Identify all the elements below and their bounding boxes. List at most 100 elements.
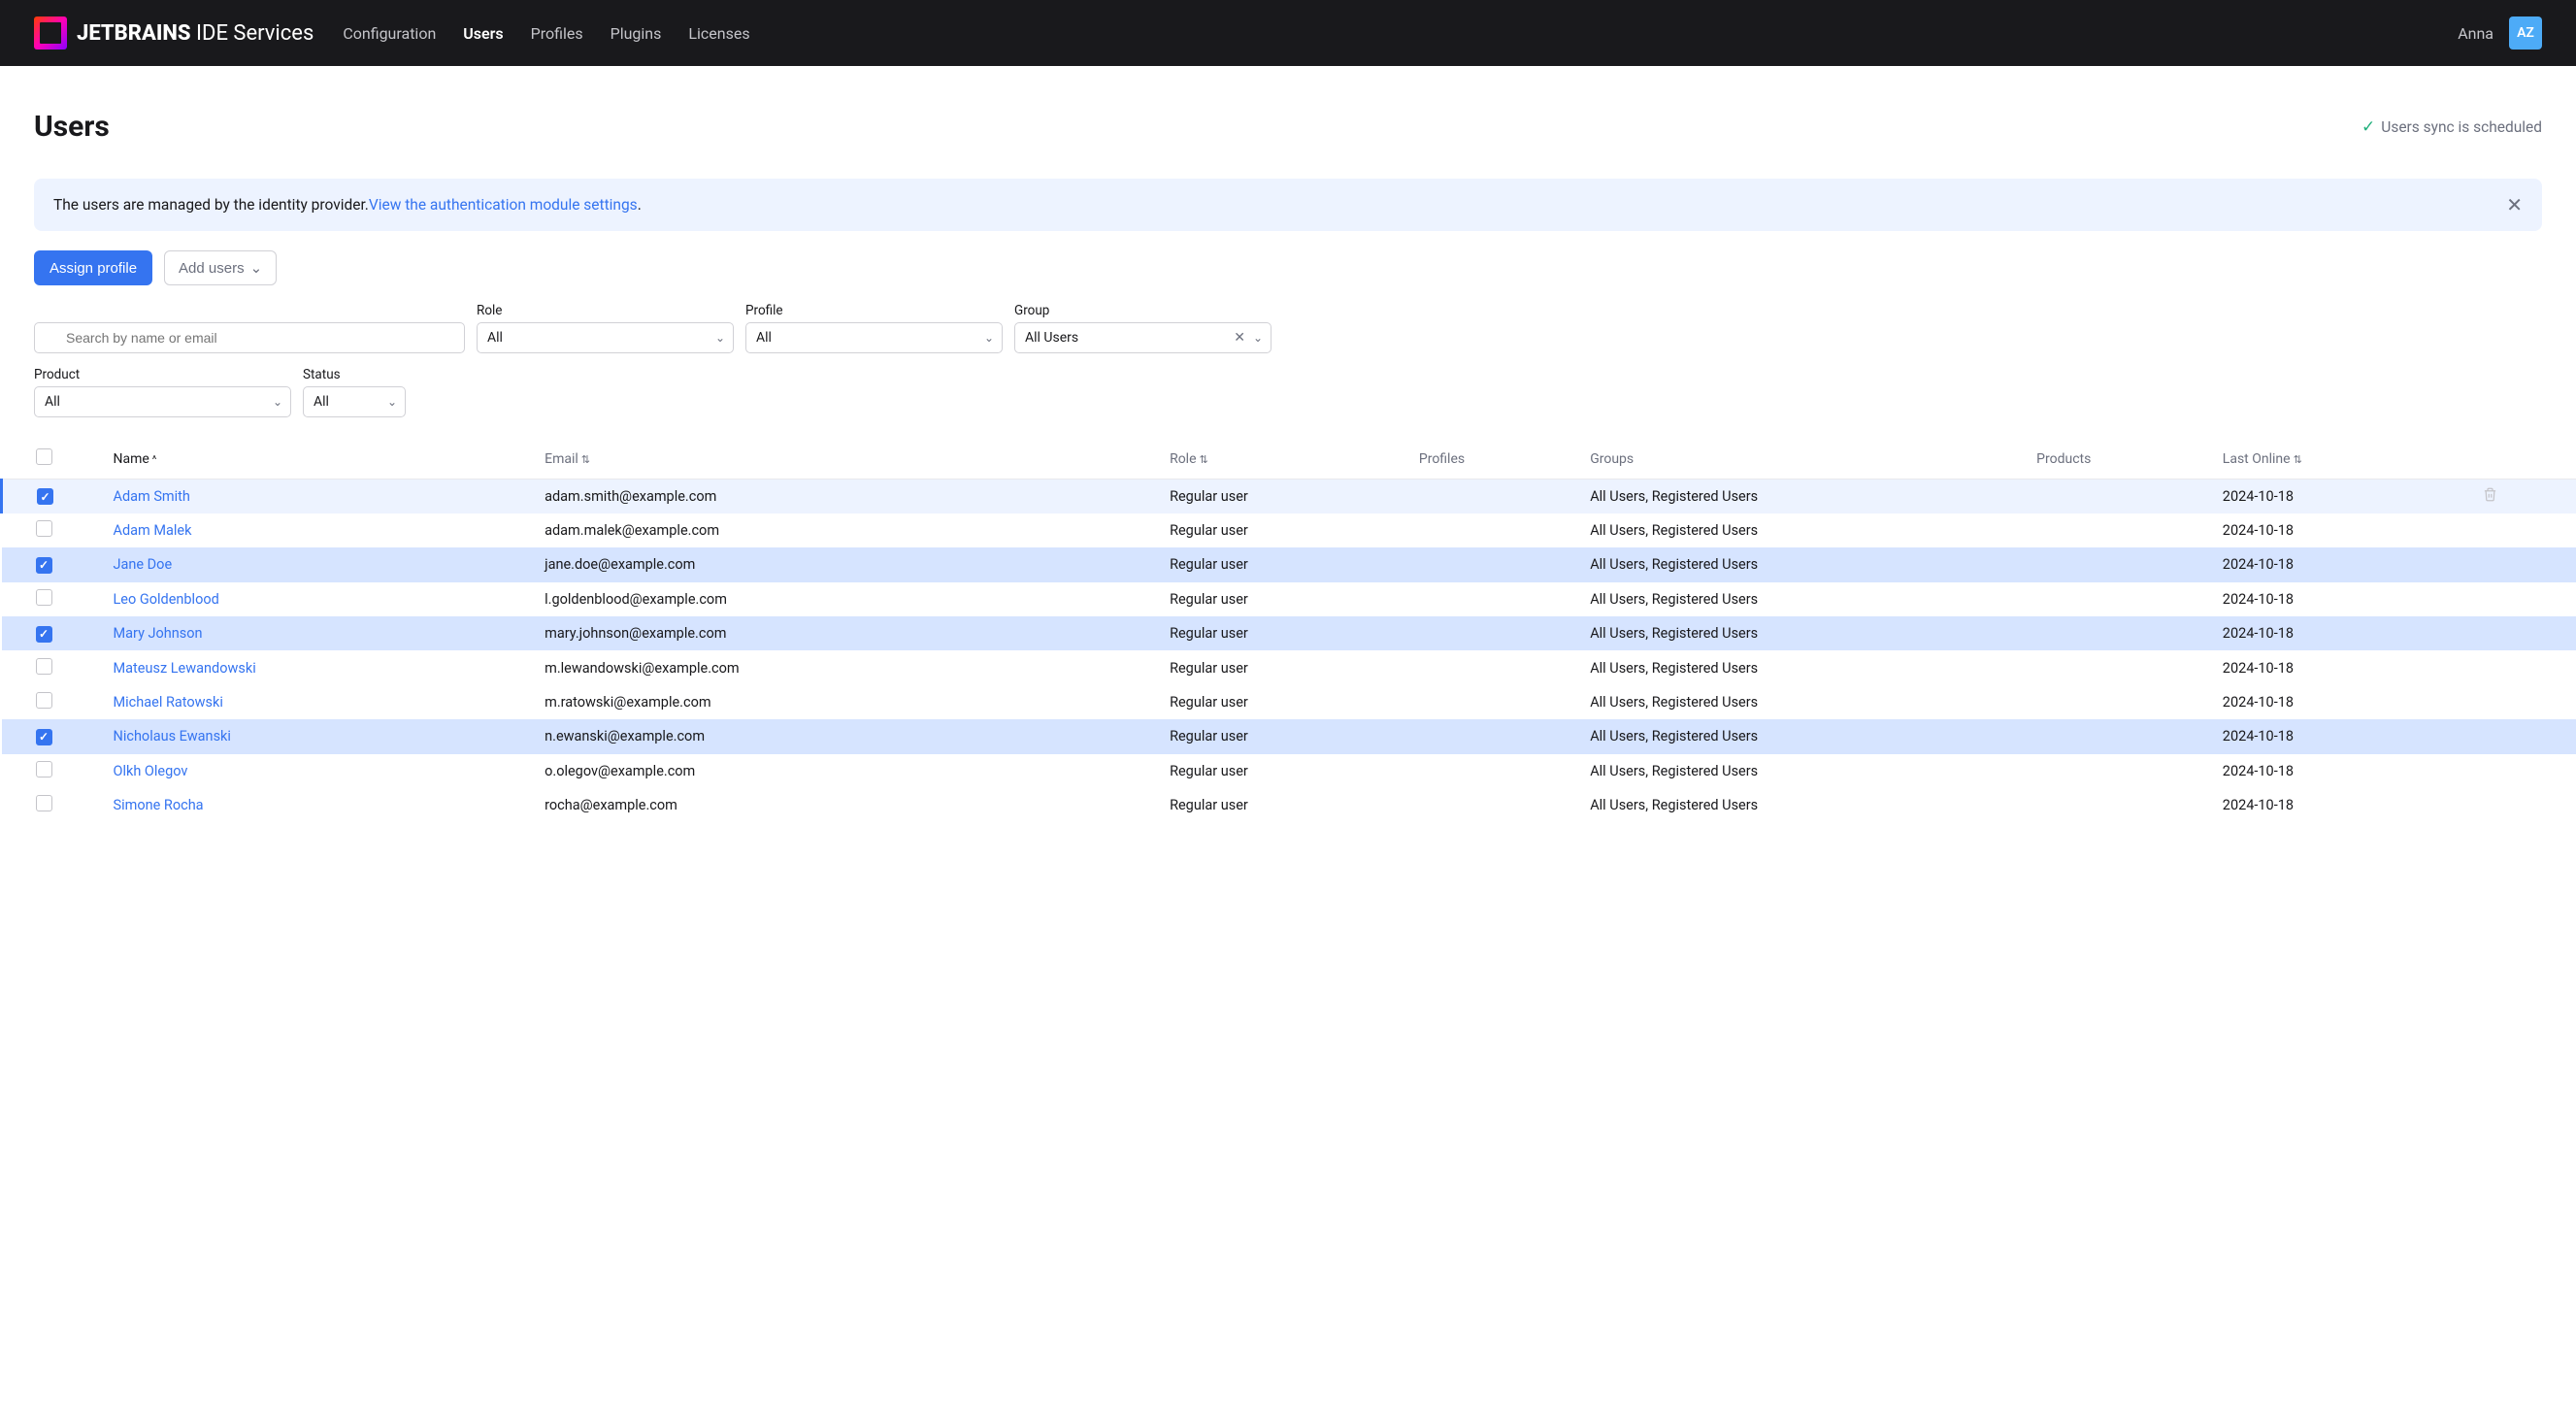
user-products bbox=[2036, 616, 2223, 650]
nav-item-plugins[interactable]: Plugins bbox=[611, 24, 662, 43]
logo-text: JETBRAINS IDE Services bbox=[77, 21, 314, 46]
row-checkbox[interactable] bbox=[36, 692, 52, 709]
row-actions bbox=[2483, 685, 2576, 719]
user-name-link[interactable]: Mateusz Lewandowski bbox=[113, 660, 255, 677]
chevron-down-icon: ⌄ bbox=[250, 259, 263, 277]
user-groups: All Users, Registered Users bbox=[1590, 650, 2036, 684]
row-checkbox[interactable] bbox=[36, 557, 52, 574]
role-filter: Role All ⌄ bbox=[477, 303, 734, 353]
search-input[interactable] bbox=[34, 322, 465, 353]
row-checkbox[interactable] bbox=[36, 658, 52, 675]
user-role: Regular user bbox=[1170, 685, 1419, 719]
table-row[interactable]: Mary Johnsonmary.johnson@example.comRegu… bbox=[2, 616, 2576, 650]
user-email: adam.malek@example.com bbox=[545, 513, 1170, 547]
current-user-name[interactable]: Anna bbox=[2458, 24, 2493, 43]
auth-settings-link[interactable]: View the authentication module settings bbox=[369, 196, 638, 214]
header-user-block: Anna AZ bbox=[2458, 17, 2542, 50]
profiles-header[interactable]: Profiles bbox=[1419, 439, 1590, 480]
role-select[interactable]: All ⌄ bbox=[477, 322, 734, 353]
row-checkbox[interactable] bbox=[36, 520, 52, 537]
name-header[interactable]: Name^ bbox=[113, 439, 545, 480]
assign-profile-button[interactable]: Assign profile bbox=[34, 250, 152, 285]
nav-item-users[interactable]: Users bbox=[463, 24, 503, 43]
jetbrains-logo-icon bbox=[34, 17, 67, 50]
trash-icon[interactable] bbox=[2483, 488, 2497, 506]
user-email: n.ewanski@example.com bbox=[545, 719, 1170, 753]
table-row[interactable]: Leo Goldenbloodl.goldenblood@example.com… bbox=[2, 582, 2576, 616]
user-name-link[interactable]: Leo Goldenblood bbox=[113, 591, 218, 608]
group-filter: Group All Users ✕ ⌄ bbox=[1014, 303, 1271, 353]
user-groups: All Users, Registered Users bbox=[1590, 582, 2036, 616]
user-groups: All Users, Registered Users bbox=[1590, 616, 2036, 650]
user-name-link[interactable]: Adam Malek bbox=[113, 522, 191, 539]
row-checkbox[interactable] bbox=[36, 761, 52, 778]
row-checkbox[interactable] bbox=[37, 488, 53, 505]
group-value: All Users bbox=[1025, 330, 1078, 346]
sort-icon: ⇅ bbox=[1200, 453, 1208, 466]
email-header[interactable]: Email⇅ bbox=[545, 439, 1170, 480]
group-label: Group bbox=[1014, 303, 1271, 318]
user-name-link[interactable]: Olkh Olegov bbox=[113, 763, 187, 779]
table-row[interactable]: Adam Malek adam.malek@example.comRegular … bbox=[2, 513, 2576, 547]
users-table: Name^ Email⇅ Role⇅ Profiles Groups Produ… bbox=[0, 439, 2576, 822]
select-all-checkbox[interactable] bbox=[36, 448, 52, 465]
chevron-down-icon: ⌄ bbox=[715, 331, 725, 345]
nav-item-licenses[interactable]: Licenses bbox=[688, 24, 749, 43]
user-name-link[interactable]: Adam Smith bbox=[113, 488, 189, 505]
nav-item-profiles[interactable]: Profiles bbox=[531, 24, 583, 43]
row-checkbox[interactable] bbox=[36, 795, 52, 811]
profile-label: Profile bbox=[745, 303, 1003, 318]
main-nav: Configuration Users Profiles Plugins License… bbox=[343, 24, 749, 43]
user-profiles bbox=[1419, 719, 1590, 753]
table-row[interactable]: Jane Doejane.doe@example.comRegular user… bbox=[2, 547, 2576, 581]
group-select[interactable]: All Users ✕ ⌄ bbox=[1014, 322, 1271, 353]
table-row[interactable]: Mateusz Lewandowskim.lewandowski@example… bbox=[2, 650, 2576, 684]
user-profiles bbox=[1419, 616, 1590, 650]
user-name-link[interactable]: Michael Ratowski bbox=[113, 694, 222, 711]
user-groups: All Users, Registered Users bbox=[1590, 788, 2036, 822]
logo[interactable]: JETBRAINS IDE Services bbox=[34, 17, 314, 50]
user-groups: All Users, Registered Users bbox=[1590, 754, 2036, 788]
product-filter: Product All ⌄ bbox=[34, 367, 291, 417]
table-row[interactable]: Nicholaus Ewanskin.ewanski@example.comRe… bbox=[2, 719, 2576, 753]
user-name-link[interactable]: Simone Rocha bbox=[113, 797, 203, 813]
row-checkbox[interactable] bbox=[36, 729, 52, 745]
product-value: All bbox=[45, 394, 60, 410]
status-select[interactable]: All ⌄ bbox=[303, 386, 406, 417]
add-users-button[interactable]: Add users ⌄ bbox=[164, 250, 277, 285]
products-header[interactable]: Products bbox=[2036, 439, 2223, 480]
user-profiles bbox=[1419, 650, 1590, 684]
table-row[interactable]: Simone Rocharocha@example.comRegular use… bbox=[2, 788, 2576, 822]
row-checkbox[interactable] bbox=[36, 626, 52, 643]
nav-item-configuration[interactable]: Configuration bbox=[343, 24, 436, 43]
chevron-down-icon: ⌄ bbox=[984, 331, 994, 345]
user-role: Regular user bbox=[1170, 513, 1419, 547]
chevron-down-icon: ⌄ bbox=[387, 395, 397, 409]
profile-select[interactable]: All ⌄ bbox=[745, 322, 1003, 353]
user-products bbox=[2036, 582, 2223, 616]
user-name-link[interactable]: Nicholaus Ewanski bbox=[113, 728, 230, 745]
groups-header[interactable]: Groups bbox=[1590, 439, 2036, 480]
user-name-link[interactable]: Jane Doe bbox=[113, 556, 172, 573]
table-row[interactable]: Olkh Olegovo.olegov@example.comRegular u… bbox=[2, 754, 2576, 788]
user-role: Regular user bbox=[1170, 650, 1419, 684]
avatar[interactable]: AZ bbox=[2509, 17, 2542, 50]
user-last-online: 2024-10-18 bbox=[2223, 480, 2483, 513]
role-header[interactable]: Role⇅ bbox=[1170, 439, 1419, 480]
product-select[interactable]: All ⌄ bbox=[34, 386, 291, 417]
user-profiles bbox=[1419, 582, 1590, 616]
clear-icon[interactable]: ✕ bbox=[1234, 330, 1245, 346]
user-last-online: 2024-10-18 bbox=[2223, 582, 2483, 616]
row-checkbox[interactable] bbox=[36, 589, 52, 606]
close-icon[interactable]: ✕ bbox=[2506, 195, 2523, 215]
last-online-header[interactable]: Last Online⇅ bbox=[2223, 439, 2483, 480]
table-row[interactable]: Michael Ratowskim.ratowski@example.comRe… bbox=[2, 685, 2576, 719]
user-role: Regular user bbox=[1170, 480, 1419, 513]
table-row[interactable]: Adam Smithadam.smith@example.comRegular … bbox=[2, 480, 2576, 513]
page-title: Users bbox=[34, 110, 110, 144]
sort-icon: ⇅ bbox=[581, 453, 590, 466]
user-products bbox=[2036, 719, 2223, 753]
user-email: rocha@example.com bbox=[545, 788, 1170, 822]
user-products bbox=[2036, 480, 2223, 513]
user-name-link[interactable]: Mary Johnson bbox=[113, 625, 202, 642]
